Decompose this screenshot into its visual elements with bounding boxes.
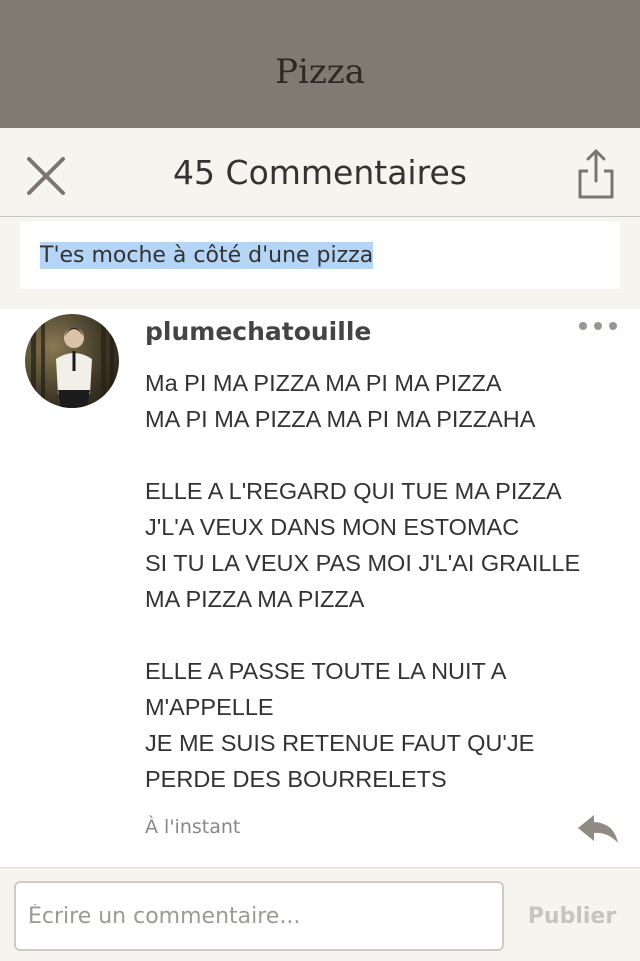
close-icon	[27, 157, 65, 195]
comment-input[interactable]	[14, 881, 504, 951]
more-dots-icon	[579, 322, 617, 330]
close-button[interactable]	[20, 150, 72, 202]
comment-line: M'APPELLE	[145, 694, 274, 720]
reply-icon	[578, 815, 618, 843]
comment-timestamp: À l'instant	[145, 816, 241, 838]
comment-line: PERDE DES BOURRELETS	[145, 766, 447, 792]
more-options-button[interactable]	[574, 311, 622, 341]
reply-button[interactable]	[574, 809, 622, 849]
comment-line: JE ME SUIS RETENUE FAUT QU'JE	[145, 730, 535, 756]
comment-line: J'L'A VEUX DANS MON ESTOMAC	[145, 514, 520, 540]
comments-header: 45 Commentaires	[0, 128, 640, 217]
comment-line: Ma PI MA PIZZA MA PI MA PIZZA	[145, 370, 502, 396]
publish-button[interactable]: Publier	[520, 894, 624, 938]
comment-body: Ma PI MA PIZZA MA PI MA PIZZA MA PI MA P…	[145, 365, 615, 797]
comment-line-blank	[145, 617, 615, 653]
comment-composer: Publier	[0, 867, 640, 961]
page-title: Pizza	[275, 52, 365, 92]
comment-item: plumechatouille Ma PI MA PIZZA MA PI MA …	[0, 309, 640, 867]
comment-line: SI TU LA VEUX PAS MOI J'L'AI GRAILLE	[145, 550, 581, 576]
avatar[interactable]	[25, 314, 119, 408]
quoted-post-area: T'es moche à côté d'une pizza	[0, 217, 640, 309]
comment-line: MA PI MA PIZZA MA PI MA PIZZAHA	[145, 406, 536, 432]
top-banner: Pizza	[0, 0, 640, 128]
comment-count-title: 45 Commentaires	[173, 152, 467, 192]
comment-line: ELLE A L'REGARD QUI TUE MA PIZZA	[145, 478, 562, 504]
comment-line-blank	[145, 437, 615, 473]
comment-line: MA PIZZA MA PIZZA	[145, 586, 365, 612]
share-icon	[578, 149, 614, 199]
quoted-post-text: T'es moche à côté d'une pizza	[40, 241, 374, 269]
comment-username[interactable]: plumechatouille	[145, 317, 371, 346]
quoted-post[interactable]: T'es moche à côté d'une pizza	[20, 221, 620, 289]
comment-line: ELLE A PASSE TOUTE LA NUIT A	[145, 658, 507, 684]
share-button[interactable]	[574, 146, 618, 202]
